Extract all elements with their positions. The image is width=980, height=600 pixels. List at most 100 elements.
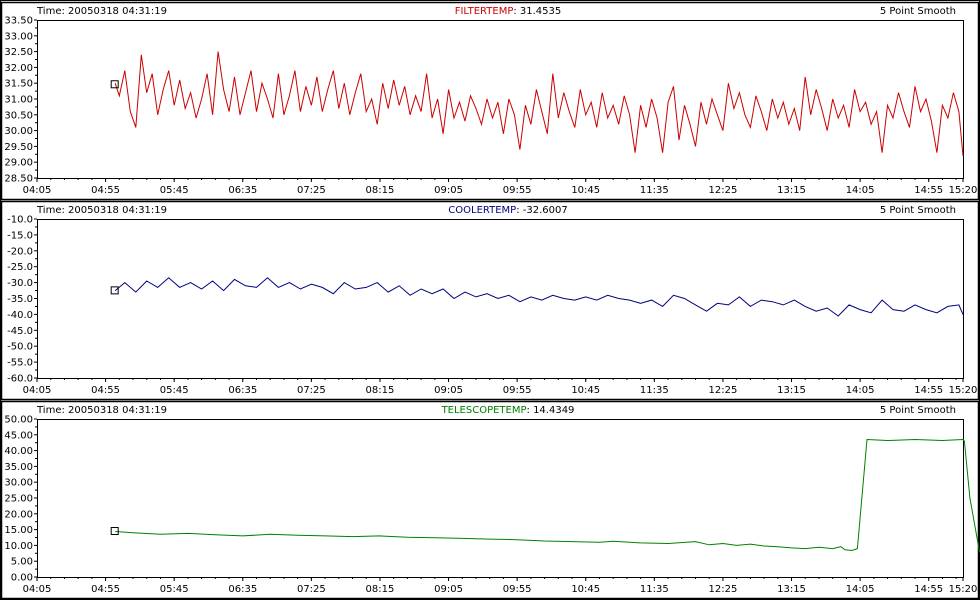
x-tick-label: 07:25 bbox=[297, 385, 326, 396]
x-tick-label: 15:20 bbox=[949, 385, 978, 396]
x-tick-label: 09:55 bbox=[503, 584, 532, 595]
y-tick-label: -20.0 bbox=[7, 246, 33, 257]
x-tick-label: 10:45 bbox=[571, 385, 600, 396]
smooth-label: 5 Point Smooth bbox=[880, 6, 956, 17]
plot-area bbox=[37, 20, 964, 179]
chart-panel-3: Time: 20050318 04:31:19 TELESCOPETEMP: 14… bbox=[0, 400, 980, 600]
x-tick-label: 08:15 bbox=[366, 185, 395, 196]
x-tick-label: 04:55 bbox=[91, 185, 120, 196]
x-tick-label: 12:25 bbox=[709, 185, 738, 196]
x-tick-label: 04:05 bbox=[23, 385, 52, 396]
x-tick-label: 04:05 bbox=[23, 584, 52, 595]
y-tick-label: 30.50 bbox=[4, 110, 33, 121]
time-label: Time: 20050318 04:31:19 bbox=[36, 6, 167, 17]
x-tick-label: 06:35 bbox=[228, 185, 257, 196]
x-tick-label: 09:55 bbox=[503, 185, 532, 196]
x-tick-label: 14:05 bbox=[846, 385, 875, 396]
y-tick-label: 0.00 bbox=[11, 573, 33, 584]
y-tick-label: 32.50 bbox=[4, 47, 33, 58]
y-tick-label: -10.0 bbox=[7, 215, 33, 226]
x-tick-label: 14:05 bbox=[846, 185, 875, 196]
x-tick-label: 05:45 bbox=[160, 185, 189, 196]
y-tick-label: 33.00 bbox=[4, 31, 33, 42]
x-tick-label: 05:45 bbox=[160, 385, 189, 396]
x-tick-label: 09:55 bbox=[503, 385, 532, 396]
y-tick-label: 25.00 bbox=[4, 494, 33, 505]
y-tick-label: -25.0 bbox=[7, 262, 33, 273]
x-tick-label: 11:35 bbox=[640, 185, 669, 196]
y-tick-label: 50.00 bbox=[4, 415, 33, 426]
x-tick-label: 09:05 bbox=[434, 584, 463, 595]
y-tick-label: -40.0 bbox=[7, 310, 33, 321]
y-tick-label: -35.0 bbox=[7, 294, 33, 305]
x-tick-label: 13:15 bbox=[777, 584, 806, 595]
y-tick-label: 28.50 bbox=[4, 174, 33, 185]
x-tick-label: 08:15 bbox=[366, 385, 395, 396]
x-tick-label: 11:35 bbox=[640, 385, 669, 396]
x-tick-label: 10:45 bbox=[571, 584, 600, 595]
series-value: : 31.4535 bbox=[513, 6, 561, 17]
x-tick-label: 14:55 bbox=[914, 185, 943, 196]
y-tick-label: 5.00 bbox=[11, 557, 33, 568]
smooth-label: 5 Point Smooth bbox=[880, 205, 956, 216]
y-tick-label: -50.0 bbox=[7, 342, 33, 353]
y-tick-label: 20.00 bbox=[4, 509, 33, 520]
x-tick-label: 06:35 bbox=[228, 584, 257, 595]
y-tick-label: 33.50 bbox=[4, 16, 33, 27]
y-tick-label: -30.0 bbox=[7, 278, 33, 289]
y-tick-label: 15.00 bbox=[4, 525, 33, 536]
x-tick-label: 14:55 bbox=[914, 584, 943, 595]
x-tick-label: 15:20 bbox=[949, 584, 978, 595]
smooth-label: 5 Point Smooth bbox=[880, 405, 956, 416]
series-value: : -32.6007 bbox=[516, 205, 568, 216]
x-tick-label: 14:05 bbox=[846, 584, 875, 595]
chart-window: Time: 20050318 04:31:19 FILTERTEMP: 31.45… bbox=[0, 0, 980, 600]
y-tick-label: -15.0 bbox=[7, 230, 33, 241]
y-tick-label: -60.0 bbox=[7, 374, 33, 385]
y-tick-label: 29.50 bbox=[4, 142, 33, 153]
x-tick-label: 05:45 bbox=[160, 584, 189, 595]
x-tick-label: 11:35 bbox=[640, 584, 669, 595]
chart-title: FILTERTEMP: 31.4535 bbox=[455, 6, 562, 17]
y-tick-label: 32.00 bbox=[4, 63, 33, 74]
x-tick-label: 13:15 bbox=[777, 185, 806, 196]
plot-area bbox=[37, 219, 964, 379]
chart-title: COOLERTEMP: -32.6007 bbox=[448, 205, 567, 216]
x-tick-label: 09:05 bbox=[434, 185, 463, 196]
x-tick-label: 13:15 bbox=[777, 385, 806, 396]
y-tick-label: 30.00 bbox=[4, 478, 33, 489]
chart-panel-1: Time: 20050318 04:31:19 FILTERTEMP: 31.45… bbox=[0, 1, 980, 201]
x-tick-label: 07:25 bbox=[297, 185, 326, 196]
x-tick-label: 10:45 bbox=[571, 185, 600, 196]
y-tick-label: 31.50 bbox=[4, 79, 33, 90]
y-tick-label: 31.00 bbox=[4, 95, 33, 106]
x-tick-label: 12:25 bbox=[709, 584, 738, 595]
y-tick-label: -55.0 bbox=[7, 358, 33, 369]
x-tick-label: 04:55 bbox=[91, 584, 120, 595]
y-tick-label: 30.00 bbox=[4, 126, 33, 137]
y-tick-label: 29.00 bbox=[4, 158, 33, 169]
time-label: Time: 20050318 04:31:19 bbox=[36, 205, 167, 216]
y-tick-label: 40.00 bbox=[4, 446, 33, 457]
series-name: FILTERTEMP bbox=[455, 6, 514, 17]
y-tick-label: -45.0 bbox=[7, 326, 33, 337]
series-name: COOLERTEMP bbox=[448, 205, 516, 216]
x-tick-label: 07:25 bbox=[297, 584, 326, 595]
x-tick-label: 06:35 bbox=[228, 385, 257, 396]
x-tick-label: 12:25 bbox=[709, 385, 738, 396]
chart-panel-2: Time: 20050318 04:31:19 COOLERTEMP: -32.6… bbox=[0, 200, 980, 401]
x-tick-label: 09:05 bbox=[434, 385, 463, 396]
time-label: Time: 20050318 04:31:19 bbox=[36, 405, 167, 416]
x-tick-label: 04:55 bbox=[91, 385, 120, 396]
y-tick-label: 35.00 bbox=[4, 462, 33, 473]
x-tick-label: 04:05 bbox=[23, 185, 52, 196]
x-tick-label: 14:55 bbox=[914, 385, 943, 396]
plot-area bbox=[37, 419, 964, 578]
x-tick-label: 08:15 bbox=[366, 584, 395, 595]
y-tick-label: 10.00 bbox=[4, 541, 33, 552]
chart-title: TELESCOPETEMP: 14.4349 bbox=[441, 405, 575, 416]
series-name: TELESCOPETEMP bbox=[441, 405, 527, 416]
y-tick-label: 45.00 bbox=[4, 430, 33, 441]
x-tick-label: 15:20 bbox=[949, 185, 978, 196]
series-value: : 14.4349 bbox=[527, 405, 575, 416]
